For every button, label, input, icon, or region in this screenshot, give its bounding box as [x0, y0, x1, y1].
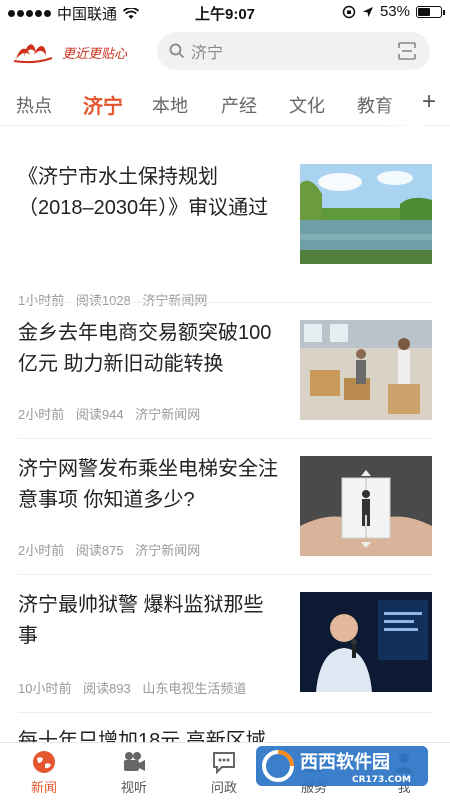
- chat-bubble-icon: [213, 752, 235, 775]
- search-input[interactable]: [191, 42, 391, 60]
- site-watermark: 西西软件园 CR173.COM: [256, 746, 428, 786]
- news-title[interactable]: 济宁网警发布乘坐电梯安全注意事项 你知道多少?: [18, 454, 280, 516]
- tab-hot[interactable]: 热点: [16, 92, 52, 118]
- watermark-brand: 西西软件园: [300, 751, 390, 773]
- divider: [18, 574, 432, 575]
- divider: [18, 712, 432, 713]
- header: 更近更贴心: [0, 28, 450, 76]
- warehouse-workers-photo[interactable]: [300, 320, 432, 420]
- news-time: 10小时前: [18, 681, 72, 696]
- tab-fade: [382, 82, 422, 126]
- news-reads: 阅读1028: [75, 293, 131, 308]
- logo-slogan: 更近更贴心: [62, 46, 128, 62]
- status-bar: 中国联通 上午9:07 53%: [0, 0, 450, 24]
- news-source: 济宁新闻网: [135, 543, 201, 558]
- news-time: 2小时前: [18, 543, 65, 558]
- rotation-lock-icon: [342, 5, 356, 18]
- battery-percent: 53%: [379, 3, 410, 20]
- news-source: 济宁新闻网: [135, 407, 201, 422]
- news-title[interactable]: 济宁最帅狱警 爆料监狱那些事: [18, 590, 280, 652]
- divider: [18, 302, 432, 303]
- scan-icon[interactable]: [398, 42, 416, 60]
- news-time: 1小时前: [18, 293, 65, 308]
- globe-icon: [33, 751, 55, 773]
- tab-industry[interactable]: 产经: [221, 92, 257, 118]
- channel-tabs: 热点 济宁 本地 产经 文化 教育 +: [0, 82, 450, 126]
- nav-media-label: 视听: [120, 780, 147, 795]
- news-meta: 10小时前 阅读893 山东电视生活频道: [18, 678, 254, 697]
- news-meta: 1小时前 阅读1028 济宁新闻网: [18, 290, 215, 309]
- news-meta: 2小时前 阅读875 济宁新闻网: [18, 540, 208, 559]
- nav-inquiry-label: 问政: [210, 780, 237, 795]
- tv-host-photo[interactable]: [300, 592, 432, 692]
- search-icon: [169, 43, 185, 59]
- news-reads: 阅读875: [75, 543, 124, 558]
- video-camera-icon: [124, 752, 145, 771]
- list-item[interactable]: 济宁网警发布乘坐电梯安全注意事项 你知道多少? 2小时前 阅读875 济宁新闻网: [18, 454, 432, 558]
- news-source: 山东电视生活频道: [142, 681, 247, 696]
- news-source: 济宁新闻网: [142, 293, 208, 308]
- news-meta: 2小时前 阅读944 济宁新闻网: [18, 404, 208, 423]
- tab-culture[interactable]: 文化: [289, 92, 325, 118]
- location-arrow-icon: [362, 6, 373, 17]
- news-reads: 阅读893: [83, 681, 131, 696]
- nav-news[interactable]: 新闻: [12, 749, 76, 796]
- news-time: 2小时前: [18, 407, 65, 422]
- nav-media[interactable]: 视听: [102, 749, 166, 796]
- nav-news-label: 新闻: [30, 780, 57, 795]
- list-item[interactable]: 《济宁市水土保持规划（2018–2030年）》审议通过 1小时前 阅读1028 …: [18, 162, 432, 308]
- divider: [18, 438, 432, 439]
- tab-jining[interactable]: 济宁: [83, 90, 123, 119]
- news-title[interactable]: 《济宁市水土保持规划（2018–2030年）》审议通过: [18, 162, 280, 224]
- lotus-logo-icon: [13, 44, 53, 64]
- search-bar[interactable]: [157, 32, 430, 70]
- elevator-hands-photo[interactable]: [300, 456, 432, 556]
- watermark-domain: CR173.COM: [352, 775, 411, 785]
- news-title[interactable]: 金乡去年电商交易额突破100亿元 助力新旧动能转换: [18, 318, 280, 380]
- nav-inquiry[interactable]: 问政: [192, 749, 256, 796]
- battery-level: [418, 7, 430, 16]
- app-logo[interactable]: 更近更贴心: [12, 34, 142, 70]
- list-item[interactable]: 济宁最帅狱警 爆料监狱那些事 10小时前 阅读893 山东电视生活频道: [18, 590, 432, 696]
- lake-landscape-photo[interactable]: [300, 164, 432, 264]
- tab-local[interactable]: 本地: [152, 92, 188, 118]
- status-right: 53%: [342, 3, 445, 20]
- battery-icon: [416, 5, 445, 18]
- list-item[interactable]: 金乡去年电商交易额突破100亿元 助力新旧动能转换 2小时前 阅读944 济宁新…: [18, 318, 432, 422]
- news-reads: 阅读944: [75, 407, 124, 422]
- add-channel-button[interactable]: +: [422, 88, 436, 116]
